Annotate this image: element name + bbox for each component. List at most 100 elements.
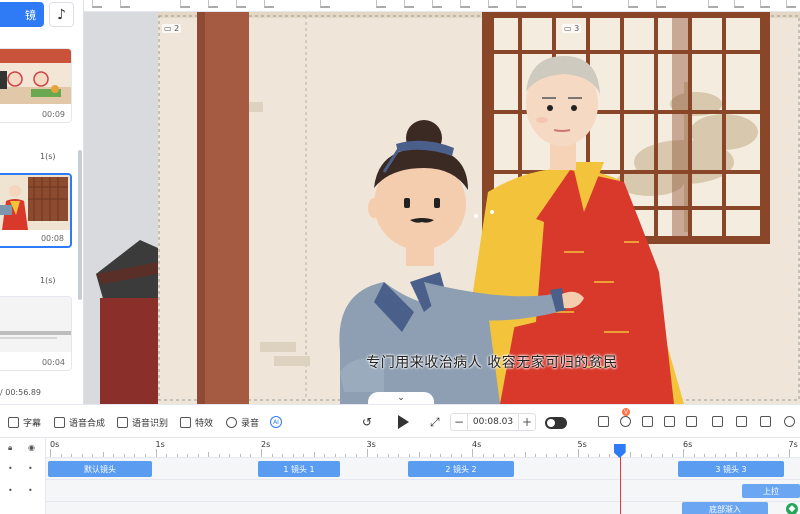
play-button[interactable] xyxy=(398,415,409,429)
layer-down-icon[interactable] xyxy=(488,0,498,8)
ruler-tick xyxy=(81,454,83,457)
scene-duration: 00:04 xyxy=(41,358,65,367)
scene-card-3[interactable]: 00:04 xyxy=(0,296,72,371)
transition-duration[interactable]: 1(s) xyxy=(40,152,56,161)
opacity-icon[interactable] xyxy=(656,0,666,8)
scene-duration: 00:08 xyxy=(40,234,64,243)
ruler-tick xyxy=(166,454,168,457)
eye-icon[interactable]: ◉ xyxy=(28,443,35,452)
scene-panel: 镜 ♪ 00:09 1(s) 00:08 1(s) 00:04 / 00:56.… xyxy=(0,0,84,404)
flip-icon[interactable] xyxy=(320,0,330,8)
zoom-out-timeline-icon[interactable] xyxy=(784,416,795,427)
effects-icon xyxy=(180,416,191,428)
camera-icon[interactable] xyxy=(620,416,631,427)
ruler-tick xyxy=(440,454,442,457)
ruler-tick xyxy=(535,454,537,457)
group-icon[interactable] xyxy=(516,0,526,8)
table-icon[interactable] xyxy=(736,416,747,427)
copy-icon[interactable] xyxy=(404,0,414,8)
ruler-tick xyxy=(123,454,125,457)
lock-icon[interactable]: 🔒︎ xyxy=(8,443,12,453)
scene-card-1[interactable]: 00:09 xyxy=(0,48,72,123)
time-increment-button[interactable]: + xyxy=(519,415,535,429)
ruler-tick xyxy=(176,454,178,457)
track-dot-icon: • xyxy=(8,464,13,473)
camera-clip-1[interactable]: 1 镜头 1 xyxy=(258,461,340,477)
timeline[interactable]: 🔒︎ ◉ • • • • 0s 1s 2s 3s 4s 5s 6s 7s 默认镜头 1 镜头 … xyxy=(0,438,800,514)
scene-canvas[interactable] xyxy=(84,12,800,404)
grid-icon[interactable] xyxy=(708,0,718,8)
ruler-tick-label: 6s xyxy=(683,440,693,449)
subtitle-tool-button[interactable]: 字幕 xyxy=(8,414,41,430)
playhead-line xyxy=(619,448,621,514)
ruler-tick xyxy=(704,454,706,457)
distribute-icon[interactable] xyxy=(264,0,274,8)
camera-clip-2[interactable]: 2 镜头 2 xyxy=(408,461,514,477)
ai-button[interactable]: AI xyxy=(270,414,282,430)
subtitle-text[interactable]: 专门用来收治病人 收容无家可归的贫民 xyxy=(332,352,652,372)
rotate-icon[interactable] xyxy=(628,0,638,8)
ruler-tick xyxy=(545,454,547,457)
scene-panel-scrollbar[interactable] xyxy=(78,150,82,300)
ruler-tick xyxy=(419,452,421,457)
align-top-icon[interactable] xyxy=(180,0,190,8)
ruler-tick xyxy=(229,454,231,457)
caption-icon[interactable] xyxy=(760,416,771,427)
collapse-timeline-button[interactable]: ⌄ xyxy=(368,392,434,404)
camera-clip-3[interactable]: 3 镜头 3 xyxy=(678,461,784,477)
camera-clip-default[interactable]: 默认镜头 xyxy=(48,461,152,477)
effect-track-2: 底部渐入 xyxy=(46,502,800,514)
effect-clip-pull-up[interactable]: 上拉 xyxy=(742,484,800,498)
record-button[interactable]: 录音 xyxy=(226,414,259,430)
ruler-tick xyxy=(71,454,73,457)
camera-marker-2[interactable]: ▭ 2 xyxy=(162,24,182,33)
fullscreen-preview-icon[interactable]: ⤢ xyxy=(430,415,440,430)
zoom-in-icon[interactable] xyxy=(760,0,770,8)
ruler-tick xyxy=(683,449,684,457)
delete-icon[interactable] xyxy=(432,0,442,8)
scene-thumbnail xyxy=(0,297,71,352)
time-decrement-button[interactable]: − xyxy=(451,415,467,429)
replay-icon[interactable]: ↺ xyxy=(362,415,372,429)
canvas-toolbar xyxy=(84,0,800,12)
snap-toggle[interactable] xyxy=(545,417,567,429)
redo-icon[interactable] xyxy=(120,0,130,8)
scene-card-2[interactable]: 00:08 xyxy=(0,173,72,248)
voice-recognition-button[interactable]: 语音识别 xyxy=(117,414,168,430)
undo-icon[interactable] xyxy=(92,0,102,8)
link-icon[interactable] xyxy=(664,416,675,427)
crop-icon[interactable] xyxy=(572,0,582,8)
edit-icon[interactable] xyxy=(642,416,653,427)
control-bar: 字幕 语音合成 语音识别 特效 录音 AI ↺ ⤢ − 00:08.03 + V xyxy=(0,404,800,438)
ruler-tick xyxy=(609,454,611,457)
ruler-tick xyxy=(598,454,600,457)
time-ruler[interactable]: 0s 1s 2s 3s 4s 5s 6s 7s xyxy=(46,438,800,458)
music-button[interactable]: ♪ xyxy=(49,2,74,27)
ruler-tick xyxy=(355,454,357,457)
add-camera-button[interactable]: 镜 xyxy=(0,2,44,27)
zoom-out-icon[interactable] xyxy=(786,0,796,8)
voice-synthesis-button[interactable]: 语音合成 xyxy=(54,414,105,430)
transition-duration[interactable]: 1(s) xyxy=(40,276,56,285)
ruler-tick-label: 4s xyxy=(472,440,482,449)
canvas-area[interactable]: ▭ 2 ▭ 3 专门用来收治病人 收容无家可归的贫民 ⌄ xyxy=(84,12,800,404)
split-icon[interactable] xyxy=(598,416,609,427)
ruler-tick xyxy=(493,454,495,457)
add-track-icon[interactable]: ◆ xyxy=(786,503,798,514)
ruler-tick-label: 7s xyxy=(788,440,798,449)
align-bottom-icon[interactable] xyxy=(236,0,246,8)
ruler-tick xyxy=(640,454,642,457)
ai-icon: AI xyxy=(270,416,282,428)
layer-up-icon[interactable] xyxy=(460,0,470,8)
align-middle-icon[interactable] xyxy=(208,0,218,8)
filter-icon[interactable] xyxy=(686,416,697,427)
camera-marker-3[interactable]: ▭ 3 xyxy=(562,24,582,33)
ruler-tick xyxy=(556,454,558,457)
ruler-tick xyxy=(408,454,410,457)
lock-icon[interactable] xyxy=(376,0,386,8)
text-icon[interactable] xyxy=(712,416,723,427)
effects-button[interactable]: 特效 xyxy=(180,414,213,430)
effect-clip-fade-in-bottom[interactable]: 底部渐入 xyxy=(682,502,768,514)
fullscreen-icon[interactable] xyxy=(734,0,744,8)
current-time-field[interactable]: 00:08.03 xyxy=(467,414,519,430)
